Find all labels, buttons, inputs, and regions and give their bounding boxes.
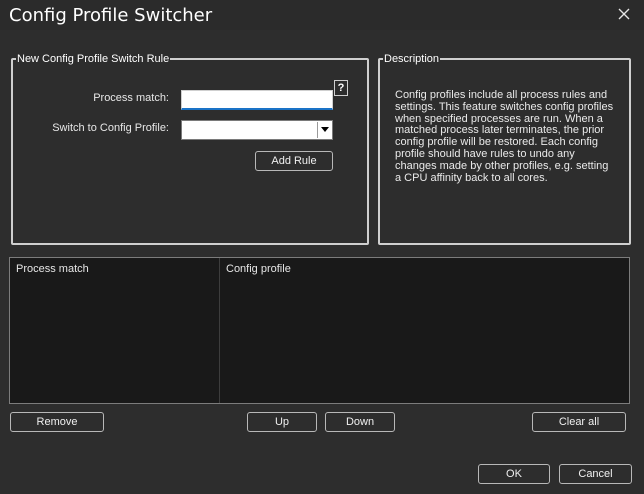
remove-button[interactable]: Remove [10, 412, 104, 432]
down-button[interactable]: Down [325, 412, 395, 432]
title-bar: Config Profile Switcher [0, 0, 644, 30]
process-match-input[interactable] [181, 90, 333, 110]
help-button[interactable]: ? [334, 80, 348, 96]
clear-all-button[interactable]: Clear all [532, 412, 626, 432]
close-button[interactable] [614, 4, 634, 24]
new-rule-group: New Config Profile Switch Rule Process m… [11, 53, 369, 245]
description-text: Config profiles include all process rule… [395, 89, 614, 184]
cancel-button[interactable]: Cancel [559, 464, 632, 484]
column-header-process-match[interactable]: Process match [16, 263, 89, 275]
config-profile-dropdown[interactable] [181, 120, 333, 140]
process-match-label: Process match: [93, 92, 169, 104]
rules-table[interactable]: Process match Config profile [9, 257, 630, 404]
column-header-config-profile[interactable]: Config profile [226, 263, 291, 275]
up-button[interactable]: Up [247, 412, 317, 432]
description-group: Description Config profiles include all … [378, 53, 631, 245]
new-rule-legend: New Config Profile Switch Rule [17, 53, 170, 65]
add-rule-button[interactable]: Add Rule [255, 151, 333, 171]
window-title: Config Profile Switcher [9, 5, 213, 26]
column-separator[interactable] [219, 258, 220, 403]
ok-button[interactable]: OK [478, 464, 550, 484]
switch-profile-label: Switch to Config Profile: [52, 122, 169, 134]
dropdown-button[interactable] [317, 122, 331, 138]
chevron-down-icon [321, 127, 329, 132]
description-legend: Description [384, 53, 440, 65]
close-icon [618, 8, 630, 20]
